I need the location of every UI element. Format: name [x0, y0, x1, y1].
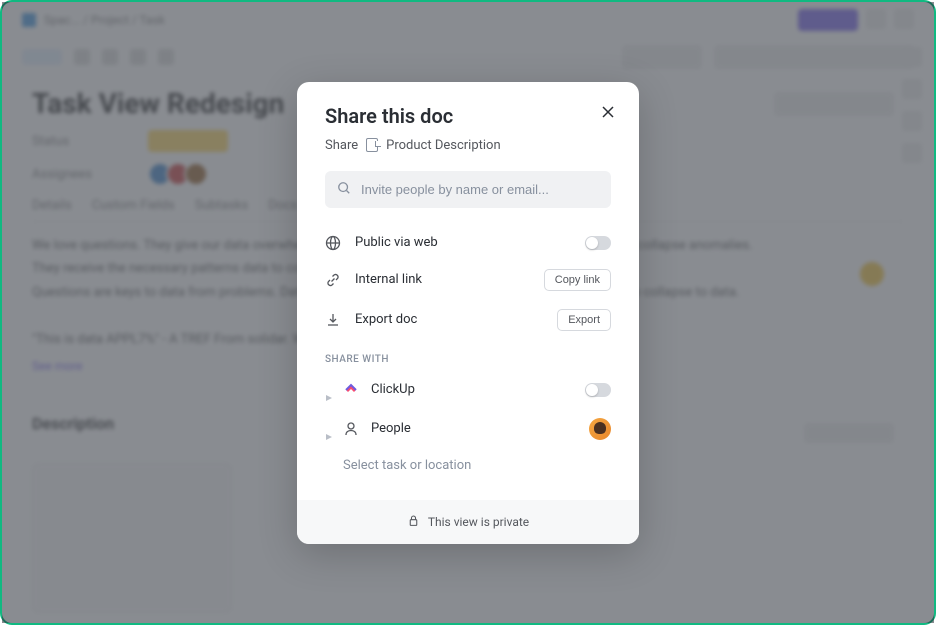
modal-footer: This view is private — [297, 500, 639, 544]
search-icon — [337, 180, 351, 199]
public-toggle[interactable] — [585, 236, 611, 250]
lock-icon — [407, 514, 420, 530]
export-button[interactable]: Export — [557, 309, 611, 331]
clickup-toggle[interactable] — [585, 383, 611, 397]
clickup-logo-icon — [343, 380, 359, 400]
internal-link-label: Internal link — [355, 272, 530, 287]
clickup-label[interactable]: ClickUp — [371, 382, 573, 397]
invite-input[interactable] — [361, 182, 599, 197]
person-icon — [343, 421, 359, 437]
download-icon — [325, 312, 341, 328]
person-avatar[interactable] — [589, 418, 611, 440]
doc-name: Product Description — [386, 138, 501, 153]
share-with-heading: SHARE WITH — [325, 354, 611, 365]
invite-search[interactable] — [325, 171, 611, 208]
link-icon — [325, 272, 341, 288]
caret-icon[interactable] — [325, 426, 331, 432]
select-task-label[interactable]: Select task or location — [343, 458, 611, 473]
doc-icon — [366, 138, 378, 152]
share-label: Share — [325, 138, 358, 153]
privacy-text: This view is private — [428, 515, 529, 529]
modal-overlay[interactable]: Share this doc Share Product Description — [2, 2, 934, 623]
modal-title: Share this doc — [325, 104, 611, 128]
share-modal: Share this doc Share Product Description — [297, 82, 639, 544]
caret-icon[interactable] — [325, 387, 331, 393]
people-label[interactable]: People — [371, 421, 577, 436]
export-doc-label: Export doc — [355, 312, 543, 327]
public-web-label: Public via web — [355, 235, 571, 250]
globe-icon — [325, 235, 341, 251]
copy-link-button[interactable]: Copy link — [544, 269, 611, 291]
close-button[interactable] — [601, 104, 615, 123]
